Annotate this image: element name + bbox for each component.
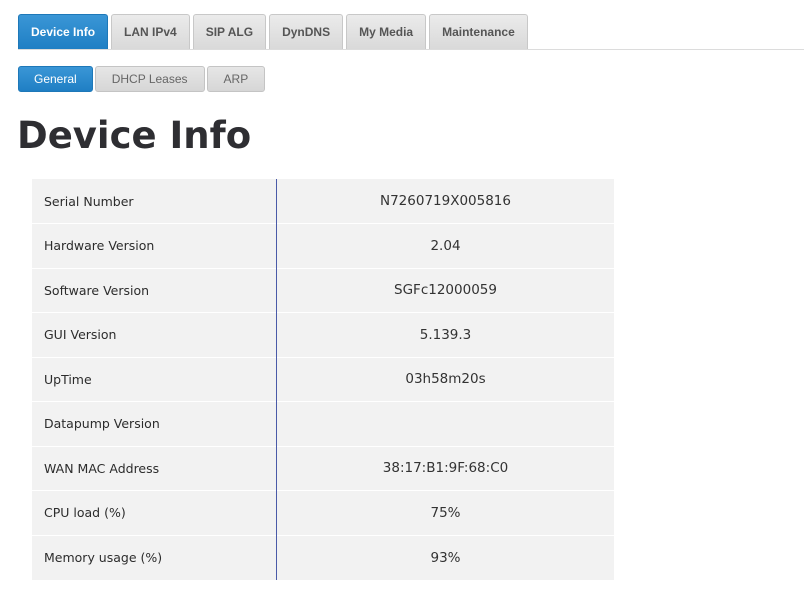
table-row: Memory usage (%) 93% (32, 534, 614, 580)
row-value (276, 401, 614, 446)
row-value: 03h58m20s (276, 356, 614, 402)
tab-dyndns[interactable]: DynDNS (269, 14, 344, 49)
main-tab-bar: Device Info LAN IPv4 SIP ALG DynDNS My M… (18, 14, 528, 50)
table-row: Serial Number N7260719X005816 (32, 179, 614, 224)
sub-tab-bar: General DHCP Leases ARP (18, 66, 266, 92)
row-label: CPU load (%) (32, 490, 277, 535)
row-label: Software Version (32, 267, 277, 313)
row-value: 5.139.3 (276, 312, 614, 357)
subtab-general[interactable]: General (18, 66, 93, 92)
row-label: GUI Version (32, 312, 277, 357)
subtab-arp[interactable]: ARP (206, 66, 266, 92)
row-value: SGFc12000059 (276, 267, 614, 313)
row-label: Hardware Version (32, 223, 277, 268)
row-label: Memory usage (%) (32, 534, 277, 580)
row-value: N7260719X005816 (379, 193, 511, 209)
row-label: Datapump Version (32, 401, 277, 446)
tab-maintenance[interactable]: Maintenance (429, 14, 528, 49)
tab-lan-ipv4[interactable]: LAN IPv4 (111, 14, 190, 49)
row-value: 75% (276, 490, 614, 535)
tab-bar-divider (18, 49, 804, 50)
table-row: CPU load (%) 75% (32, 490, 614, 535)
row-label: WAN MAC Address (32, 445, 277, 491)
row-value: 2.04 (276, 223, 614, 268)
router-admin-page: Device Info LAN IPv4 SIP ALG DynDNS My M… (0, 0, 804, 595)
table-row: UpTime 03h58m20s (32, 356, 614, 402)
tab-sip-alg[interactable]: SIP ALG (192, 14, 267, 49)
table-row: Datapump Version (32, 401, 614, 446)
row-label: UpTime (32, 356, 277, 402)
subtab-dhcp-leases[interactable]: DHCP Leases (94, 66, 205, 92)
device-info-table: Serial Number N7260719X005816 Hardware V… (32, 179, 614, 580)
table-row: WAN MAC Address 38:17:B1:9F:68:C0 (32, 445, 614, 491)
page-title: Device Info (17, 114, 252, 157)
tab-my-media[interactable]: My Media (346, 14, 427, 49)
table-row: GUI Version 5.139.3 (32, 312, 614, 357)
row-value: 93% (276, 534, 614, 580)
table-row: Hardware Version 2.04 (32, 223, 614, 268)
row-label: Serial Number (32, 179, 277, 224)
row-value: 38:17:B1:9F:68:C0 (276, 445, 614, 491)
tab-device-info[interactable]: Device Info (18, 14, 109, 49)
table-row: Software Version SGFc12000059 (32, 267, 614, 313)
